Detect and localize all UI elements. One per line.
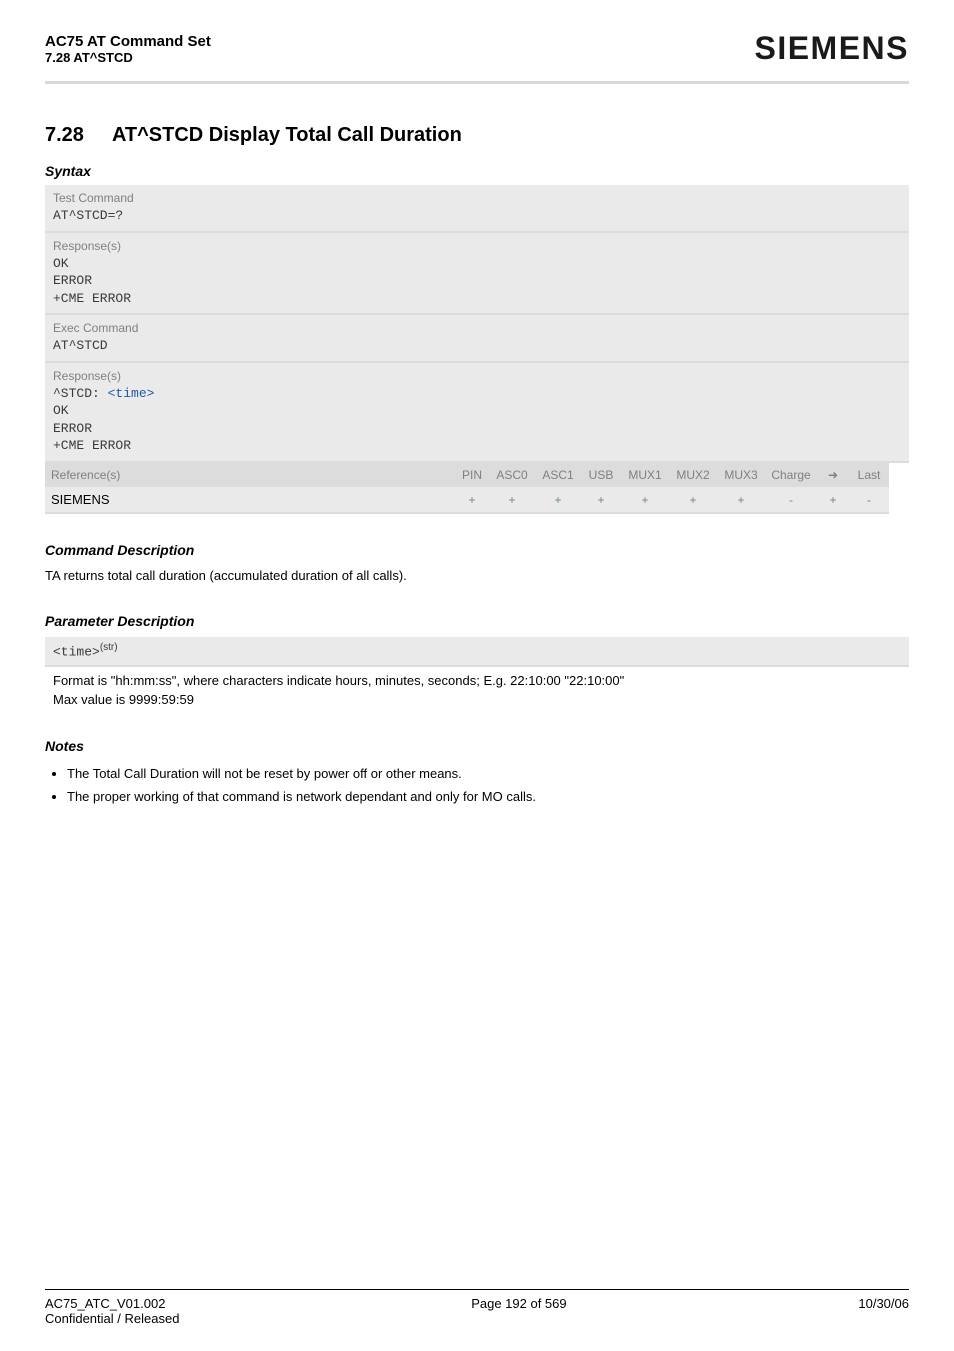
notes-list: The Total Call Duration will not be rese… xyxy=(45,762,909,809)
param-sup: (str) xyxy=(100,642,118,653)
param-desc-lines: Format is "hh:mm:ss", where characters i… xyxy=(45,667,909,710)
param-box: <time>(str) xyxy=(45,637,909,666)
ref-cell-8: - xyxy=(765,487,817,514)
test-command-label: Test Command xyxy=(53,191,901,205)
exec-response-label: Response(s) xyxy=(53,369,901,383)
page-footer: AC75_ATC_V01.002 Confidential / Released… xyxy=(45,1296,909,1326)
ref-cell-10: - xyxy=(849,487,889,514)
time-param-link[interactable]: <time> xyxy=(108,386,155,401)
syntax-title: Syntax xyxy=(45,163,909,179)
test-response-block: Response(s) OK ERROR +CME ERROR xyxy=(45,233,909,316)
param-name: <time> xyxy=(53,645,100,660)
ref-cell-5: + xyxy=(621,487,669,514)
note-item-0: The Total Call Duration will not be rese… xyxy=(67,762,909,785)
ref-hdr-5: MUX1 xyxy=(621,463,669,487)
section-heading: 7.28 AT^STCD Display Total Call Duration xyxy=(45,124,909,147)
footer-left-2: Confidential / Released xyxy=(45,1311,179,1326)
param-line-1: Max value is 9999:59:59 xyxy=(53,690,901,710)
exec-command-label: Exec Command xyxy=(53,321,901,335)
doc-sub: 7.28 AT^STCD xyxy=(45,50,211,65)
test-response-label: Response(s) xyxy=(53,239,901,253)
param-line-0: Format is "hh:mm:ss", where characters i… xyxy=(53,671,901,691)
footer-left: AC75_ATC_V01.002 Confidential / Released xyxy=(45,1296,179,1326)
ref-hdr-8: Charge xyxy=(765,463,817,487)
test-response-line-0: OK xyxy=(53,255,901,273)
footer-left-1: AC75_ATC_V01.002 xyxy=(45,1296,179,1311)
command-desc-title: Command Description xyxy=(45,542,909,558)
section-number: 7.28 xyxy=(45,124,84,147)
command-desc-text: TA returns total call duration (accumula… xyxy=(45,566,909,586)
exec-stcd-prefix: ^STCD: xyxy=(53,386,108,401)
ref-hdr-10: Last xyxy=(849,463,889,487)
exec-response-line-1: ERROR xyxy=(53,420,901,438)
exec-response-line-0: OK xyxy=(53,402,901,420)
exec-response-line-stcd: ^STCD: <time> xyxy=(53,385,901,403)
param-desc-title: Parameter Description xyxy=(45,613,909,629)
footer-center: Page 192 of 569 xyxy=(471,1296,566,1326)
doc-title: AC75 AT Command Set xyxy=(45,33,211,50)
header-rule xyxy=(45,81,909,84)
brand-logo: SIEMENS xyxy=(754,30,909,67)
ref-cell-7: + xyxy=(717,487,765,514)
note-item-1: The proper working of that command is ne… xyxy=(67,785,909,808)
ref-hdr-6: MUX2 xyxy=(669,463,717,487)
ref-cell-6: + xyxy=(669,487,717,514)
ref-cell-1: + xyxy=(455,487,489,514)
footer-rule xyxy=(45,1289,909,1290)
ref-hdr-3: ASC1 xyxy=(535,463,581,487)
ref-hdr-2: ASC0 xyxy=(489,463,535,487)
ref-cell-3: + xyxy=(535,487,581,514)
ref-cell-4: + xyxy=(581,487,621,514)
footer-right: 10/30/06 xyxy=(858,1296,909,1326)
ref-hdr-7: MUX3 xyxy=(717,463,765,487)
ref-hdr-4: USB xyxy=(581,463,621,487)
test-command-cmd: AT^STCD=? xyxy=(53,207,901,225)
reference-table: Reference(s) PIN ASC0 ASC1 USB MUX1 MUX2… xyxy=(45,463,909,514)
test-response-line-1: ERROR xyxy=(53,272,901,290)
header-left: AC75 AT Command Set 7.28 AT^STCD xyxy=(45,33,211,65)
test-response-line-2: +CME ERROR xyxy=(53,290,901,308)
notes-title: Notes xyxy=(45,738,909,754)
test-command-block: Test Command AT^STCD=? xyxy=(45,185,909,233)
exec-command-block: Exec Command AT^STCD xyxy=(45,315,909,363)
ref-hdr-9: ➜ xyxy=(817,463,849,487)
page-header: AC75 AT Command Set 7.28 AT^STCD SIEMENS xyxy=(45,30,909,67)
ref-hdr-0: Reference(s) xyxy=(45,463,455,487)
exec-response-block: Response(s) ^STCD: <time> OK ERROR +CME … xyxy=(45,363,909,463)
exec-command-cmd: AT^STCD xyxy=(53,337,901,355)
ref-cell-0: SIEMENS xyxy=(45,487,455,514)
section-title: AT^STCD Display Total Call Duration xyxy=(112,124,462,147)
exec-response-line-2: +CME ERROR xyxy=(53,437,901,455)
ref-hdr-1: PIN xyxy=(455,463,489,487)
ref-cell-2: + xyxy=(489,487,535,514)
ref-cell-9: + xyxy=(817,487,849,514)
